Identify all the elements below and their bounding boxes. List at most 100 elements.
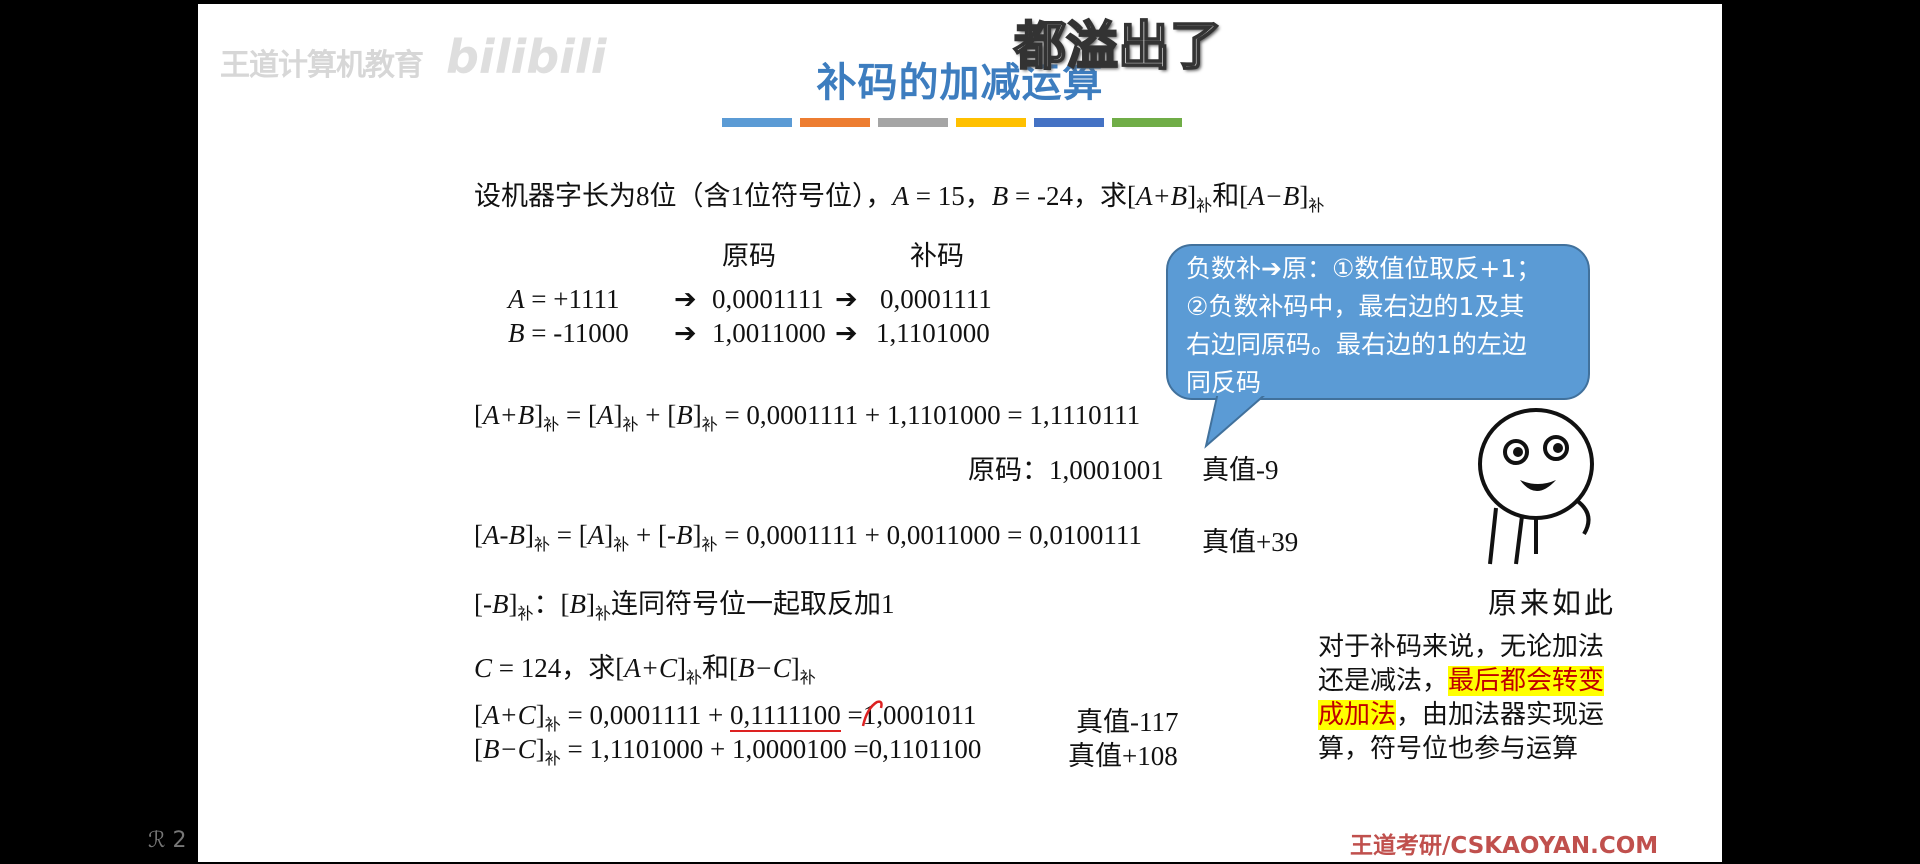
note-line-1: 对于补码来说，无论加法 — [1318, 632, 1605, 662]
c-q2: B−C — [737, 653, 791, 683]
row-b-var: B — [508, 318, 525, 348]
video-caption: 都溢出了 — [1013, 16, 1223, 78]
row-b-complement: 1,1101000 — [876, 318, 990, 348]
diff-ab-equation: [A-B]补 = [A]补 + [-B]补 = 0,0001111 + 0,00… — [474, 520, 1142, 554]
row-a-val: = +1111 — [524, 284, 620, 314]
sum-ab-equation: [A+B]补 = [A]补 + [B]补 = 0,0001111 + 1,110… — [474, 400, 1141, 434]
callout-text: 负数补➔原：①数值位取反+1； ②负数补码中，最右边的1及其 右边同原码。最右边… — [1186, 250, 1586, 402]
red-strike-icon — [861, 700, 883, 727]
row-a-original: 0,0001111 — [712, 284, 824, 314]
title-bar-6 — [1112, 118, 1182, 127]
row-b-val: = -11000 — [524, 318, 629, 348]
title-bar-2 — [800, 118, 870, 127]
neg-b-lhs-sub: 补 — [517, 606, 534, 623]
sum-ab-term-b: B — [676, 400, 693, 430]
problem-prefix: 设机器字长为8位（含1位符号位）， — [474, 181, 893, 211]
note-line-2a: 还是减法， — [1318, 666, 1449, 696]
note-highlight-1: 最后都会转变 — [1448, 666, 1605, 696]
diff-ab-term-b: -B — [666, 520, 693, 550]
title-bar-5 — [1034, 118, 1104, 127]
sum-ab-calc: = 0,0001111 + 1,1101000 = 1,1110111 — [717, 400, 1141, 430]
sum-ab-term-b-sub: 补 — [701, 417, 718, 434]
c-q1: A+C — [624, 653, 677, 683]
a-value: = 15， — [909, 181, 992, 211]
diff-ab-lhs-sub: 补 — [533, 537, 550, 554]
meme-face-icon — [1478, 408, 1594, 565]
diff-bc-equation: [B−C]补 = 1,1101000 + 1,0000100 =0,110110… — [474, 734, 982, 768]
header-buma: 补码 — [910, 241, 964, 272]
c-val: = 124，求[ — [492, 653, 625, 683]
row-a-var: A — [508, 284, 525, 314]
q2-sub: 补 — [1308, 198, 1325, 215]
sum-ac-part1: = 0,0001111 + — [560, 700, 730, 730]
footer-brand: 王道考研/CSKAOYAN.COM — [1350, 833, 1659, 859]
diff-bc-true-value: 真值+108 — [1068, 741, 1178, 771]
sum-ac-lhs-sub: 补 — [544, 717, 561, 734]
neg-b-rhs: B — [569, 589, 587, 619]
sum-ac-equation: [A+C]补 = 0,0001111 + 0,1111100 =1,000101… — [474, 700, 977, 734]
callout-line-2: ②负数补码中，最右边的1及其 — [1186, 292, 1525, 321]
c-mid: 和[ — [701, 653, 738, 683]
var-a: A — [892, 181, 910, 211]
row-a-complement: 0,0001111 — [880, 284, 992, 314]
slide-title: 补码的加减运算 — [816, 60, 1104, 106]
diff-ab-term-b-sub: 补 — [701, 537, 718, 554]
sum-ab-true-value: 真值-9 — [1202, 455, 1279, 485]
diff-bc-lhs-sub: 补 — [544, 751, 561, 768]
sum-ab-lhs-sub: 补 — [543, 417, 560, 434]
note-line-4: 算，符号位也参与运算 — [1318, 734, 1579, 764]
struck-overflow-bit: 1 — [861, 700, 883, 730]
diff-ab-term-a-sub: 补 — [613, 537, 630, 554]
var-b: B — [991, 181, 1009, 211]
diff-ab-calc: = 0,0001111 + 0,0011000 = 0,0100111 — [717, 520, 1142, 550]
row-b-arrow2: ➔ — [835, 318, 858, 348]
sum-ab-term-a: A — [596, 400, 614, 430]
header-yuanma: 原码 — [722, 241, 776, 272]
summary-note: 对于补码来说，无论加法 还是减法，最后都会转变 成加法，由加法器实现运 算，符号… — [1318, 630, 1605, 766]
diff-bc-calc: = 1,1101000 + 1,0000100 =0,1101100 — [560, 734, 982, 764]
row-b-original: 1,0011000 — [712, 318, 826, 348]
callout-line-4: 同反码 — [1186, 368, 1262, 397]
neg-b-lhs: -B — [483, 589, 509, 619]
title-bar-1 — [722, 118, 792, 127]
callout-line-1: 负数补➔原：①数值位取反+1； — [1186, 254, 1542, 283]
sum-ac-lhs: A+C — [483, 700, 536, 730]
c-var: C — [474, 653, 493, 683]
c-q2-sub: 补 — [799, 670, 816, 687]
sum-ac-part3: ,0001011 — [876, 700, 977, 730]
sum-ab-term-a-sub: 补 — [622, 417, 639, 434]
neg-b-rhs-sub: 补 — [595, 606, 612, 623]
row-b-arrow1: ➔ — [674, 318, 697, 348]
problem-statement: 设机器字长为8位（含1位符号位），A = 15，B = -24，求[A+B]补和… — [474, 174, 1324, 216]
underlined-addend: 0,1111100 — [729, 700, 841, 732]
b-value: = -24，求[ — [1008, 181, 1136, 211]
diff-ab-term-a: A — [587, 520, 605, 550]
note-line-3: 成加法，由加法器实现运 — [1318, 698, 1604, 732]
sum-ab-original: 原码：1,0001001 — [968, 455, 1164, 485]
title-bar-4 — [956, 118, 1026, 127]
neg-b-desc: 连同符号位一起取反加1 — [611, 589, 895, 619]
sum-ab-lhs: A+B — [483, 400, 535, 430]
note-line-3b: ，由加法器实现运 — [1396, 700, 1605, 730]
q1-close: ] — [1187, 181, 1197, 211]
row-a-arrow1: ➔ — [674, 284, 697, 314]
diff-ab-lhs: A-B — [483, 520, 525, 550]
diff-ab-true-value: 真值+39 — [1202, 527, 1299, 557]
neg-b-rule: [-B]补：[B]补连同符号位一起取反加1 — [474, 589, 895, 623]
row-b-label: B = -11000 — [508, 318, 629, 349]
q-mid: 和[ — [1212, 181, 1249, 211]
row-a-label: A = +1111 — [508, 284, 619, 315]
c-problem: C = 124，求[A+C]补和[B−C]补 — [474, 653, 816, 687]
slide: 王道计算机教育 bilibili 补码的加减运算 设机器字长为8位（含1位符号位… — [198, 4, 1722, 862]
viewer-count-badge: ℛ 2 — [148, 828, 187, 853]
row-a-arrow2: ➔ — [835, 284, 858, 314]
q1-expr: A+B — [1135, 181, 1188, 211]
diff-bc-lhs: B−C — [483, 734, 536, 764]
q1-sub: 补 — [1196, 198, 1213, 215]
note-line-2: 还是减法，最后都会转变 — [1318, 664, 1605, 698]
c-q1-sub: 补 — [685, 670, 702, 687]
neg-b-colon: ： — [533, 589, 561, 619]
note-highlight-2: 成加法 — [1318, 700, 1397, 730]
q2-expr: A−B — [1248, 181, 1300, 211]
title-bar-3 — [878, 118, 948, 127]
